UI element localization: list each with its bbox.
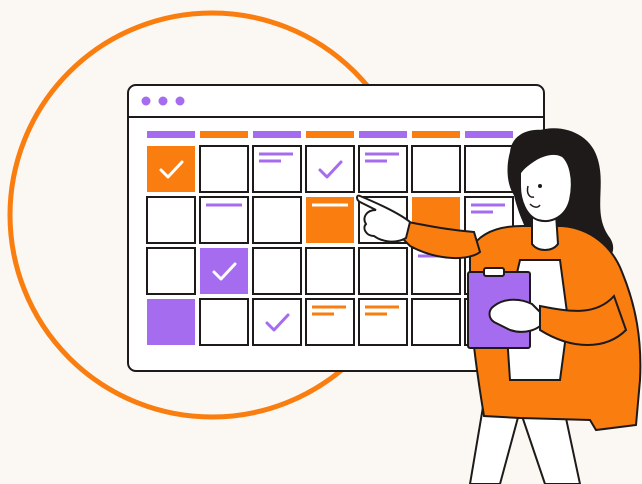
calendar-cell (306, 197, 354, 243)
calendar-cell (147, 146, 195, 192)
cell-box (146, 247, 196, 295)
calendar-cell (147, 299, 195, 345)
calendar-cell (252, 298, 302, 346)
cell-box (147, 299, 195, 345)
calendar-cell (358, 145, 408, 193)
calendar-cell (146, 247, 196, 295)
calendar-cell (146, 196, 196, 244)
cell-box (199, 298, 249, 346)
weekday-bar-1 (147, 131, 195, 138)
window-dot-1 (141, 96, 151, 106)
cell-box (305, 247, 355, 295)
window-dots (141, 96, 185, 106)
window-dot-2 (158, 96, 168, 106)
weekday-bar-3 (253, 131, 301, 138)
weekday-bar-4 (306, 131, 354, 138)
calendar-cell (305, 247, 355, 295)
calendar-cell (305, 145, 355, 193)
cell-box (411, 298, 461, 346)
weekday-bar-5 (359, 131, 407, 138)
cell-box (252, 298, 302, 346)
calendar-cell (200, 248, 248, 294)
weekday-bar-6 (412, 131, 460, 138)
cell-box (464, 145, 514, 193)
cell-box (146, 196, 196, 244)
cell-box (252, 247, 302, 295)
weekday-header-bars (147, 131, 513, 138)
cell-box (147, 146, 195, 192)
calendar-cell (411, 298, 461, 346)
cell-box (200, 248, 248, 294)
calendar-cell (358, 298, 408, 346)
cell-box (252, 196, 302, 244)
calendar-cell (252, 145, 302, 193)
calendar-cell (411, 145, 461, 193)
calendar-cell (305, 298, 355, 346)
window-dot-3 (175, 96, 185, 106)
cell-box (358, 247, 408, 295)
clipboard-clip (483, 267, 505, 277)
weekday-bar-2 (200, 131, 248, 138)
weekday-bar-7 (465, 131, 513, 138)
calendar-cell (358, 247, 408, 295)
calendar-cell (199, 196, 249, 244)
cell-box (199, 145, 249, 193)
calendar-cell (252, 247, 302, 295)
calendar-illustration (7, 10, 642, 484)
cell-box (411, 145, 461, 193)
cell-box (305, 145, 355, 193)
calendar-cell (199, 145, 249, 193)
calendar-cell (199, 298, 249, 346)
calendar-cell (252, 196, 302, 244)
calendar-cell (464, 145, 514, 193)
eye (538, 184, 542, 188)
